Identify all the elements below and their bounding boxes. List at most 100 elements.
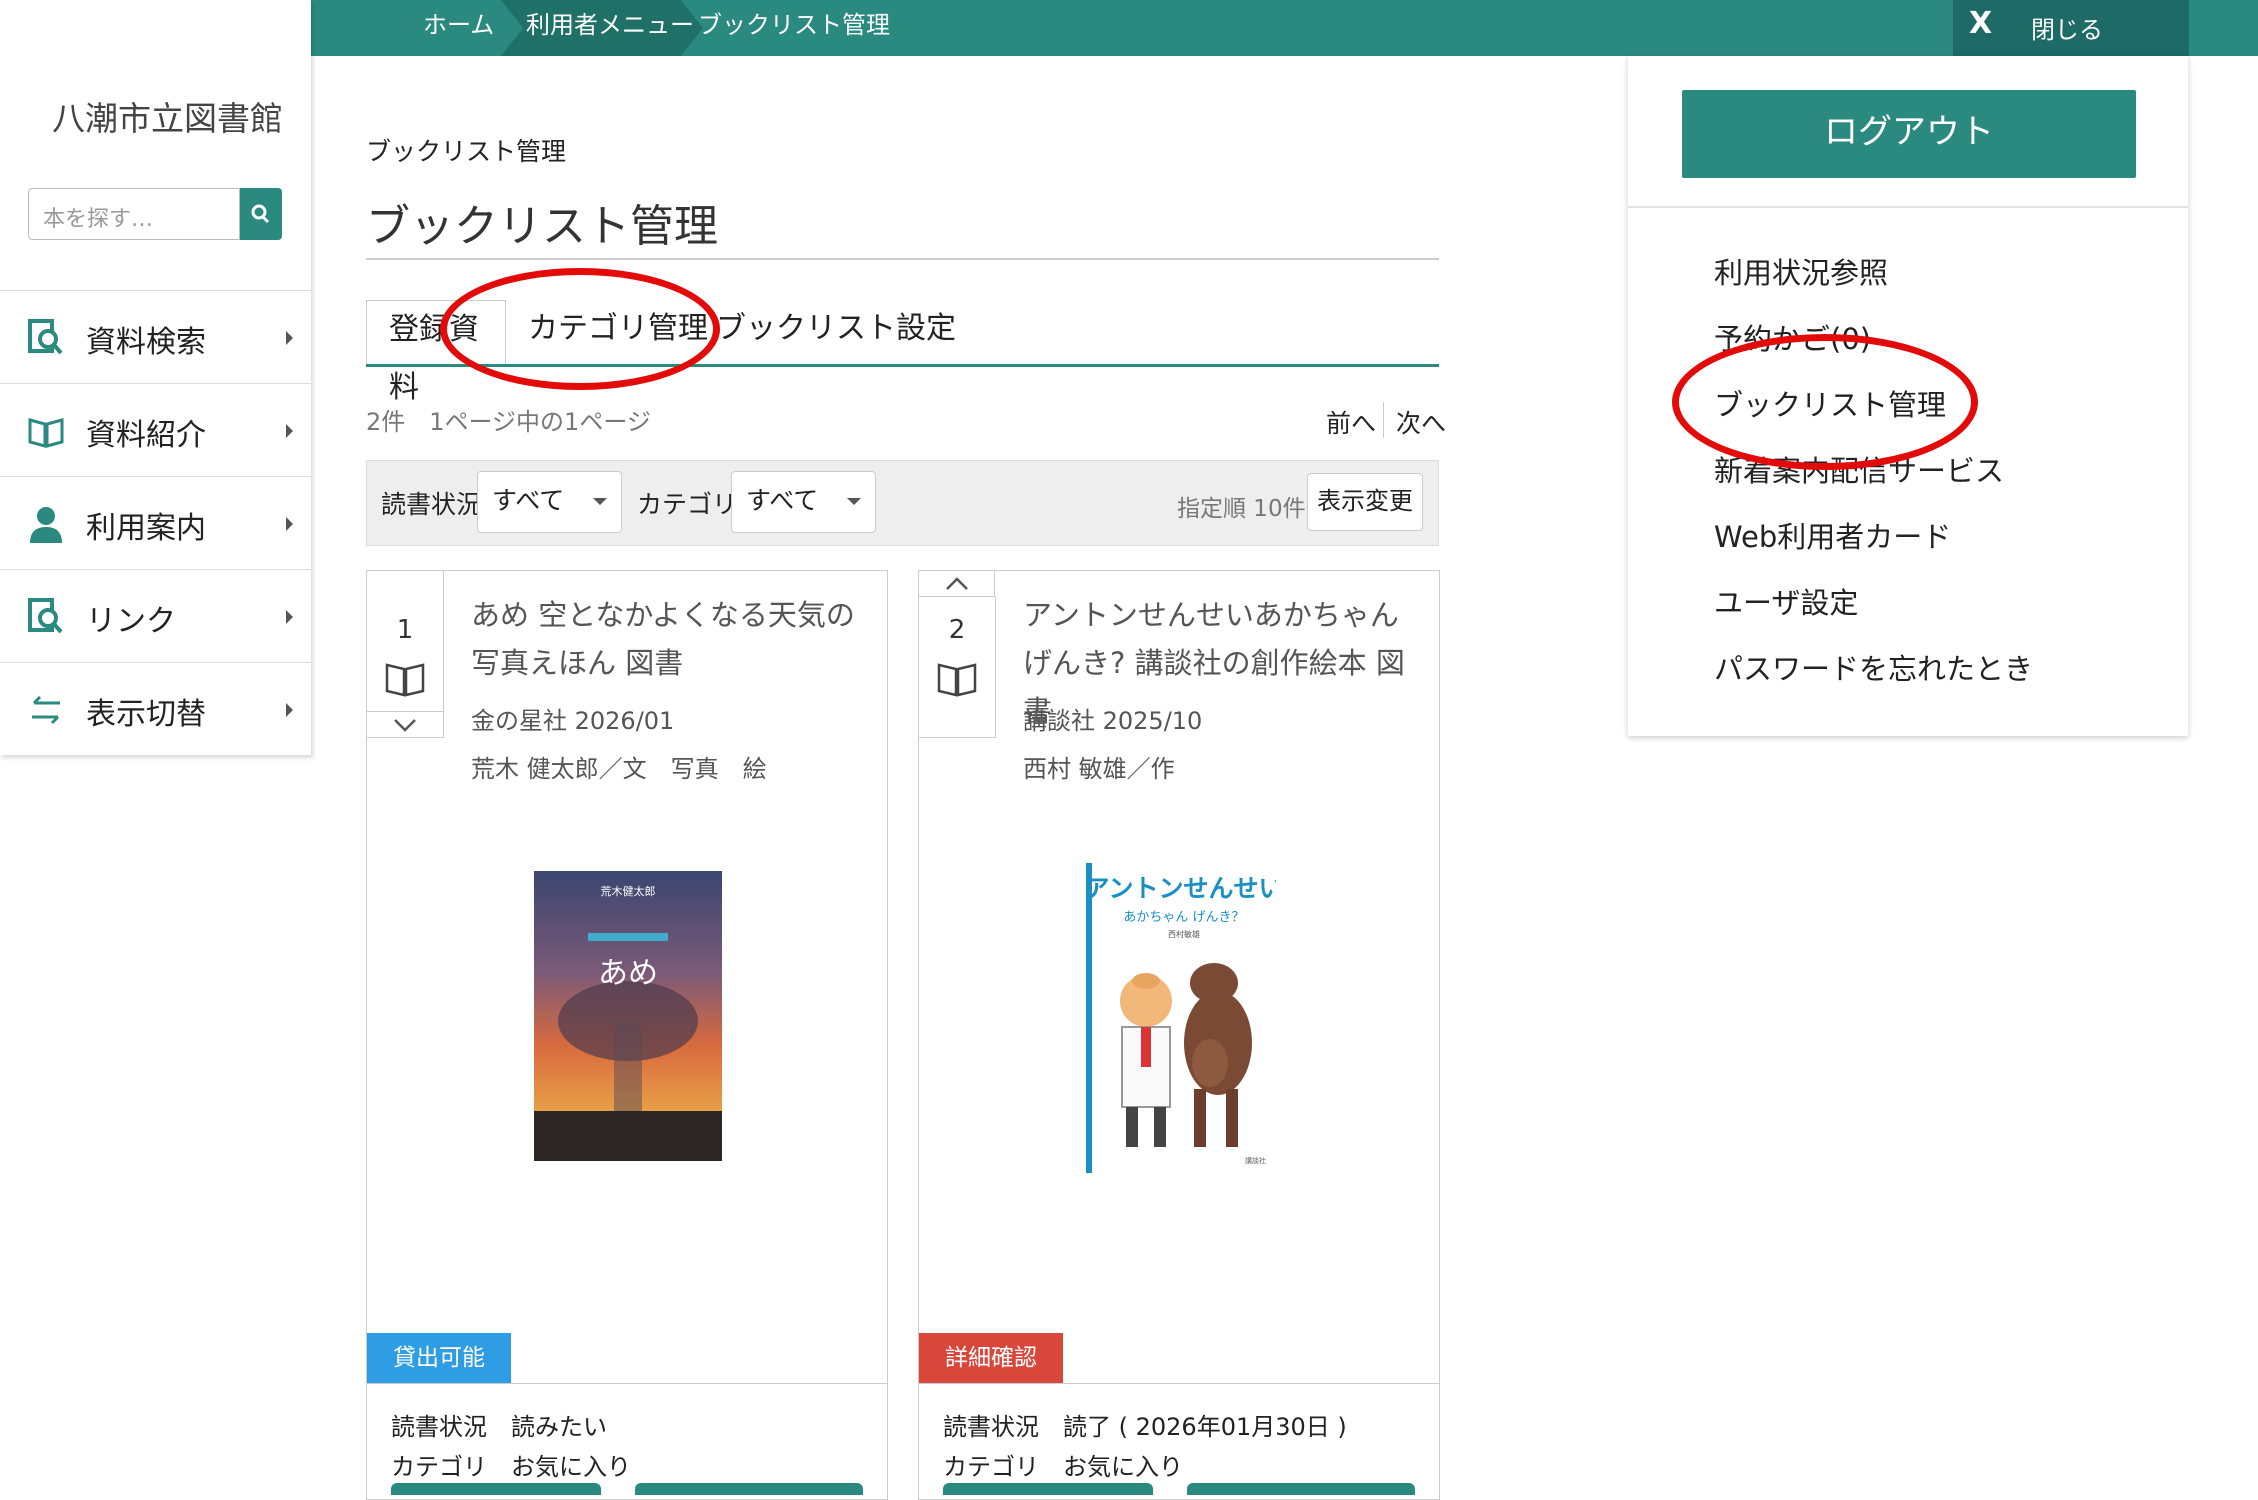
breadcrumb-separator [501, 0, 523, 56]
prev-page-link[interactable]: 前へ [1326, 404, 1376, 440]
edit-button[interactable] [943, 1483, 1153, 1495]
book-title-link[interactable]: あめ 空となかよくなる天気の写真えほん 図書 [471, 591, 871, 687]
sidebar-item-label: 資料紹介 [86, 418, 206, 453]
cover-author: 荒木健太郎 [601, 884, 656, 898]
status-filter-label: 読書状況 [381, 490, 482, 519]
search-input[interactable]: 本を探す… [28, 188, 240, 240]
sidebar-item-label: 表示切替 [86, 697, 206, 732]
move-up-button[interactable] [919, 571, 995, 597]
card-number: 1 [396, 615, 414, 645]
details-badge[interactable]: 詳細確認 [919, 1333, 1063, 1383]
sidebar: 八潮市立図書館 本を探す… 資料検索 資料紹介 利用案内 リンク 表示切替 [0, 0, 311, 755]
search-book-icon [28, 319, 63, 355]
divider [366, 258, 1439, 260]
book-author: 西村 敏雄／作 [1023, 755, 1175, 783]
book-cover-image[interactable]: 荒木健太郎 あめ [534, 871, 722, 1161]
search-book-icon [28, 598, 63, 634]
chevron-up-icon [946, 577, 968, 590]
sidebar-item-links[interactable]: リンク [0, 569, 311, 662]
logout-button[interactable]: ログアウト [1682, 90, 2136, 178]
result-count: 2件 1ページ中の1ページ [366, 408, 651, 436]
sidebar-item-search[interactable]: 資料検索 [0, 290, 311, 383]
next-page-link[interactable]: 次へ [1396, 404, 1446, 440]
cover-title: アントンせんせい [1086, 874, 1276, 903]
reading-status-row: 読書状況 読みたい [391, 1407, 607, 1442]
sidebar-item-introduction[interactable]: 資料紹介 [0, 383, 311, 476]
page-title: ブックリスト管理 [366, 201, 718, 252]
delete-button[interactable] [635, 1483, 863, 1495]
menu-link-user-settings[interactable]: ユーザ設定 [1714, 580, 1858, 622]
cover-author: 西村敏雄 [1168, 929, 1200, 939]
close-label: 閉じる [2031, 16, 2103, 44]
chevron-down-icon [394, 719, 416, 732]
cover-subtitle: あかちゃん げんき？ [1123, 910, 1244, 925]
breadcrumb-current: ブックリスト管理 [698, 11, 890, 39]
book-cover-image[interactable]: アントンせんせい あかちゃん げんき？ 西村敏雄 講談社 [1086, 863, 1276, 1173]
book-publisher: 金の星社 2026/01 [471, 707, 675, 735]
category-filter-value: すべて [746, 486, 819, 515]
reading-status-row: 読書状況 読了 ( 2026年01月30日 ) [943, 1407, 1347, 1442]
switch-arrows-icon [32, 695, 60, 725]
menu-link-web-card[interactable]: Web利用者カード [1714, 514, 1951, 556]
sidebar-item-label: 利用案内 [86, 511, 206, 546]
status-filter-value: すべて [492, 486, 565, 515]
reading-status-label: 読書状況 [943, 1413, 1039, 1441]
delete-button[interactable] [1187, 1483, 1415, 1495]
breadcrumb-user-menu[interactable]: 利用者メニュー [526, 0, 694, 56]
x-icon: X [1969, 6, 1993, 41]
category-row: カテゴリ お気に入り [943, 1447, 1183, 1482]
category-filter-select[interactable]: すべて [731, 471, 876, 533]
move-down-button[interactable] [367, 711, 443, 738]
book-card: 2 アントンせんせいあかちゃんげんき? 講談社の創作絵本 図書 講談社 2025… [918, 570, 1440, 1500]
book-publisher: 講談社 2025/10 [1023, 707, 1203, 735]
cover-title: あめ [598, 956, 658, 991]
category-filter-label: カテゴリ [637, 490, 738, 519]
sidebar-item-display-toggle[interactable]: 表示切替 [0, 662, 311, 755]
reading-status-label: 読書状況 [391, 1413, 487, 1441]
card-order-column: 1 [367, 571, 444, 738]
category-label: カテゴリ [943, 1453, 1039, 1481]
chevron-right-icon [286, 331, 293, 345]
tab-booklist-settings[interactable]: ブックリスト設定 [716, 300, 956, 366]
divider [367, 1383, 887, 1384]
card-order-column: 2 [919, 597, 996, 738]
chevron-right-icon [286, 517, 293, 531]
chevron-right-icon [286, 703, 293, 717]
section-label: ブックリスト管理 [366, 137, 567, 166]
category-row: カテゴリ お気に入り [391, 1447, 631, 1482]
filter-bar: 読書状況 すべて カテゴリ すべて 指定順 10件 表示変更 [366, 460, 1439, 546]
menu-link-forgot-password[interactable]: パスワードを忘れたとき [1714, 646, 2033, 688]
sidebar-item-guide[interactable]: 利用案内 [0, 476, 311, 569]
person-icon [30, 507, 62, 543]
edit-button[interactable] [391, 1483, 601, 1495]
chevron-right-icon [286, 610, 293, 624]
search-button[interactable] [240, 188, 282, 240]
book-author: 荒木 健太郎／文 写真 絵 [471, 755, 767, 783]
search-icon [251, 204, 270, 224]
library-name[interactable]: 八潮市立図書館 [52, 92, 283, 140]
menu-link-usage-status[interactable]: 利用状況参照 [1714, 250, 1888, 292]
caret-down-icon [847, 498, 861, 505]
sidebar-item-label: 資料検索 [86, 325, 206, 360]
sort-setting: 指定順 10件 [1177, 496, 1306, 522]
card-number: 2 [948, 615, 966, 645]
apply-display-button[interactable]: 表示変更 [1307, 473, 1423, 531]
highlight-ring [440, 268, 720, 390]
highlight-ring [1672, 334, 1978, 470]
open-book-icon [385, 663, 425, 697]
category-label: カテゴリ [391, 1453, 487, 1481]
chevron-right-icon [286, 424, 293, 438]
book-card: 1 あめ 空となかよくなる天気の写真えほん 図書 金の星社 2026/01 荒木… [366, 570, 888, 1500]
open-book-icon [28, 418, 64, 448]
status-filter-select[interactable]: すべて [477, 471, 622, 533]
divider [1383, 402, 1384, 438]
reading-status-value: 読了 ( 2026年01月30日 ) [1063, 1413, 1347, 1441]
svg-text:講談社: 講談社 [1245, 1156, 1266, 1165]
breadcrumb-home[interactable]: ホーム [423, 0, 494, 56]
open-book-icon [937, 663, 977, 697]
category-value: お気に入り [1063, 1453, 1183, 1481]
caret-down-icon [593, 498, 607, 505]
divider [1628, 206, 2188, 208]
divider [919, 1383, 1439, 1384]
close-button[interactable]: X 閉じる [1953, 0, 2189, 56]
